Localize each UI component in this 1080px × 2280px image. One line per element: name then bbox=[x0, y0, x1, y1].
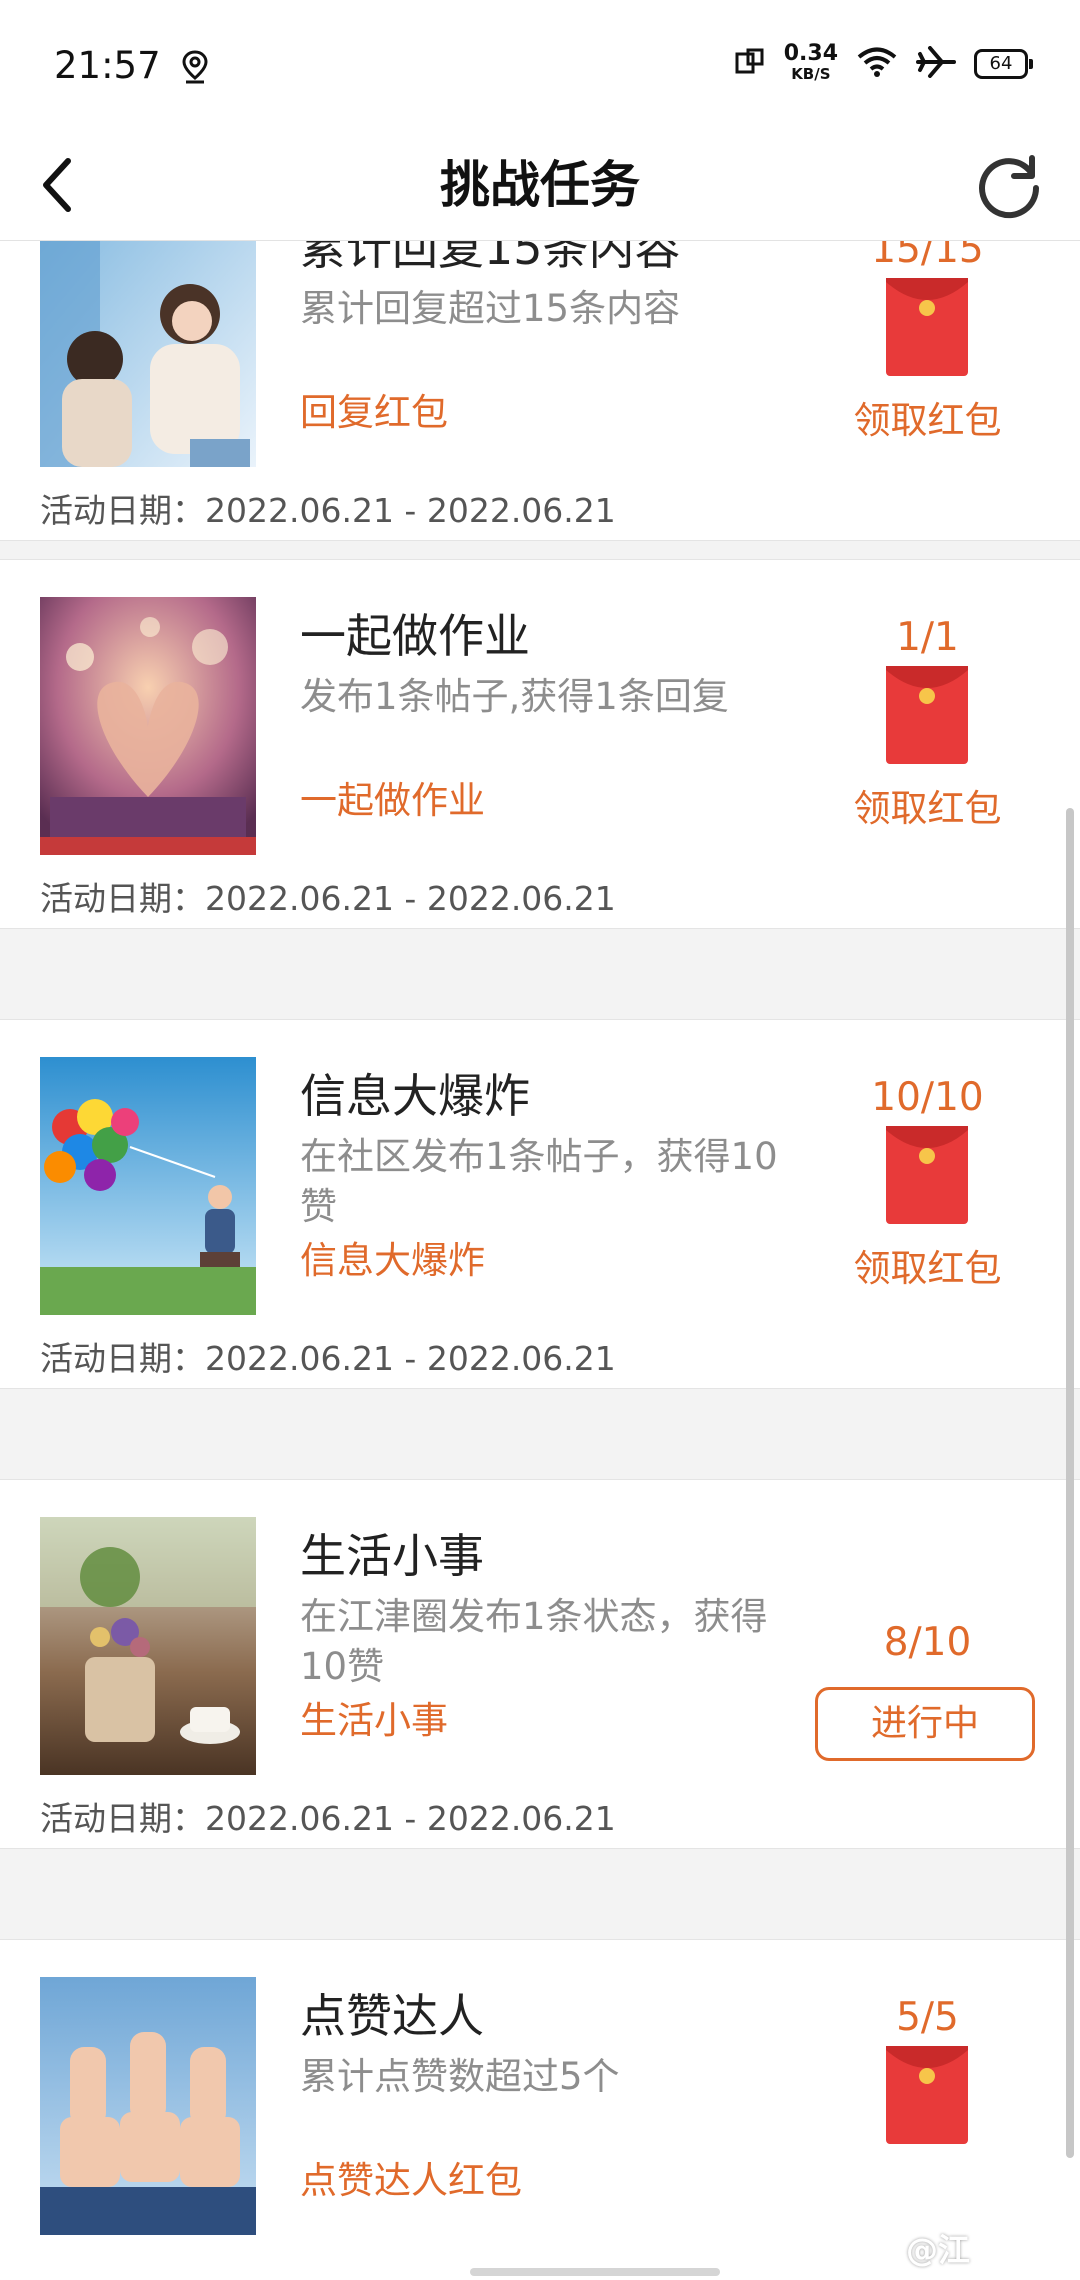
task-desc: 在社区发布1条帖子，获得10赞 bbox=[300, 1135, 778, 1228]
status-icons: 0.34 KB/S 64 bbox=[734, 41, 1033, 84]
wifi-icon bbox=[856, 46, 898, 82]
location-icon bbox=[180, 50, 210, 88]
airplane-icon bbox=[916, 46, 956, 82]
app-bar: 挑战任务 bbox=[0, 130, 1080, 241]
status-time: 21:57 bbox=[54, 44, 161, 87]
task-tag: 生活小事 bbox=[300, 1699, 448, 1742]
task-progress: 5/5 bbox=[896, 1995, 959, 2040]
claim-red-envelope-button[interactable]: 领取红包 bbox=[815, 778, 1040, 832]
task-desc: 累计点赞数超过5个 bbox=[300, 2055, 620, 2098]
task-name: 信息大爆炸 bbox=[300, 1069, 530, 1123]
task-thumbnail bbox=[40, 597, 256, 855]
task-thumbnail bbox=[40, 1977, 256, 2235]
watermark: @江 bbox=[906, 2231, 971, 2269]
task-progress: 8/10 bbox=[883, 1620, 972, 1665]
task-name: 一起做作业 bbox=[300, 609, 530, 663]
task-thumbnail bbox=[40, 241, 256, 467]
refresh-icon bbox=[979, 155, 1040, 219]
claim-red-envelope-button[interactable]: 领取红包 bbox=[815, 1238, 1040, 1292]
horizontal-scroll-indicator bbox=[470, 2268, 720, 2276]
page-title: 挑战任务 bbox=[440, 156, 640, 214]
network-speed: 0.34 KB/S bbox=[783, 41, 838, 84]
battery-icon: 64 bbox=[974, 49, 1033, 79]
red-envelope-icon[interactable] bbox=[886, 2046, 968, 2144]
task-date: 活动日期：2022.06.21 - 2022.06.21 bbox=[40, 879, 616, 918]
task-date: 活动日期：2022.06.21 - 2022.06.21 bbox=[40, 1799, 616, 1838]
back-button[interactable] bbox=[28, 152, 88, 218]
task-desc: 在江津圈发布1条状态，获得10赞 bbox=[300, 1595, 768, 1688]
task-date: 活动日期：2022.06.21 - 2022.06.21 bbox=[40, 491, 616, 530]
task-thumbnail bbox=[40, 1517, 256, 1775]
task-card: 一起做作业 发布1条帖子,获得1条回复 一起做作业 活动日期：2022.06.2… bbox=[0, 559, 1080, 929]
task-tag: 点赞达人红包 bbox=[300, 2159, 522, 2202]
task-name: 累计回复15条内容 bbox=[300, 241, 681, 275]
nfc-icon bbox=[734, 48, 766, 80]
task-card: 信息大爆炸 在社区发布1条帖子，获得10赞 信息大爆炸 活动日期：2022.06… bbox=[0, 1019, 1080, 1389]
task-thumbnail bbox=[40, 1057, 256, 1315]
vertical-scrollbar[interactable] bbox=[1066, 808, 1074, 2158]
task-card: 生活小事 在江津圈发布1条状态，获得10赞 生活小事 活动日期：2022.06.… bbox=[0, 1479, 1080, 1849]
task-progress: 10/10 bbox=[871, 1075, 984, 1120]
speed-value: 0.34 bbox=[783, 41, 838, 66]
task-progress: 15/15 bbox=[871, 241, 984, 272]
task-desc: 累计回复超过15条内容 bbox=[300, 287, 681, 330]
task-tag: 信息大爆炸 bbox=[300, 1239, 485, 1282]
task-date: 活动日期：2022.06.21 - 2022.06.21 bbox=[40, 1339, 616, 1378]
speed-unit: KB/S bbox=[791, 65, 831, 83]
refresh-button[interactable] bbox=[974, 150, 1044, 220]
claim-red-envelope-button[interactable]: 领取红包 bbox=[815, 390, 1040, 444]
task-progress: 1/1 bbox=[896, 615, 959, 660]
in-progress-button[interactable]: 进行中 bbox=[815, 1687, 1035, 1761]
task-tag: 回复红包 bbox=[300, 391, 448, 434]
task-desc: 发布1条帖子,获得1条回复 bbox=[300, 675, 729, 718]
red-envelope-icon[interactable] bbox=[886, 1126, 968, 1224]
task-name: 生活小事 bbox=[300, 1529, 484, 1583]
task-card: 累计回复15条内容 累计回复超过15条内容 回复红包 活动日期：2022.06.… bbox=[0, 241, 1080, 541]
task-list[interactable]: 累计回复15条内容 累计回复超过15条内容 回复红包 活动日期：2022.06.… bbox=[0, 241, 1080, 2280]
red-envelope-icon[interactable] bbox=[886, 666, 968, 764]
red-envelope-icon[interactable] bbox=[886, 278, 968, 376]
task-name: 点赞达人 bbox=[300, 1989, 484, 2043]
back-arrow-icon bbox=[43, 158, 71, 212]
status-bar: 21:57 0.34 KB/S 64 bbox=[0, 0, 1080, 130]
task-tag: 一起做作业 bbox=[300, 779, 485, 822]
